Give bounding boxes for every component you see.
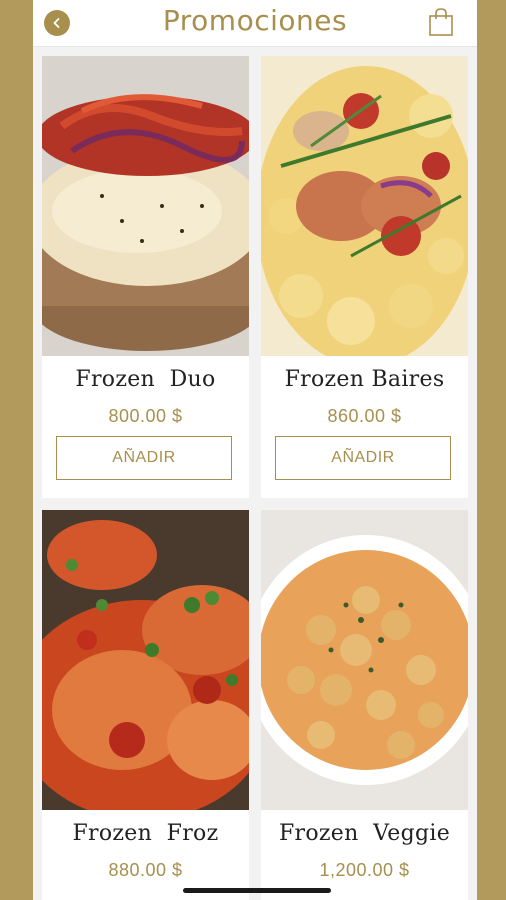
product-card[interactable]: Frozen Duo 800.00 $ AÑADIR — [42, 56, 249, 498]
product-name: Frozen Froz — [72, 821, 219, 846]
product-name: Frozen Baires — [284, 367, 445, 392]
top-bar: Promociones — [33, 0, 477, 47]
page-title: Promociones — [162, 4, 348, 37]
product-name: Frozen Veggie — [278, 821, 451, 846]
product-card[interactable]: Frozen Froz 880.00 $ — [42, 510, 249, 900]
app-screen: Promociones Frozen Duo 800.00 $ AÑADIR F… — [33, 0, 477, 900]
product-card[interactable]: Frozen Veggie 1,200.00 $ — [261, 510, 468, 900]
add-to-cart-button[interactable]: AÑADIR — [56, 436, 232, 480]
product-name: Frozen Duo — [75, 367, 216, 392]
add-to-cart-button[interactable]: AÑADIR — [275, 436, 451, 480]
chickpea-stew-photo[interactable] — [261, 510, 468, 810]
cart-button[interactable] — [428, 7, 454, 37]
shopping-bag-icon — [429, 8, 453, 36]
product-card[interactable]: Frozen Baires 860.00 $ AÑADIR — [261, 56, 468, 498]
cheese-pizza-photo[interactable] — [42, 56, 249, 356]
fusilli-chicken-pasta-photo[interactable] — [261, 56, 468, 356]
chicken-tomato-sauce-photo[interactable] — [42, 510, 249, 810]
home-indicator[interactable] — [183, 888, 331, 893]
product-price: 800.00 $ — [108, 406, 183, 426]
product-price: 880.00 $ — [108, 860, 183, 880]
product-price: 1,200.00 $ — [319, 860, 410, 880]
product-price: 860.00 $ — [327, 406, 402, 426]
